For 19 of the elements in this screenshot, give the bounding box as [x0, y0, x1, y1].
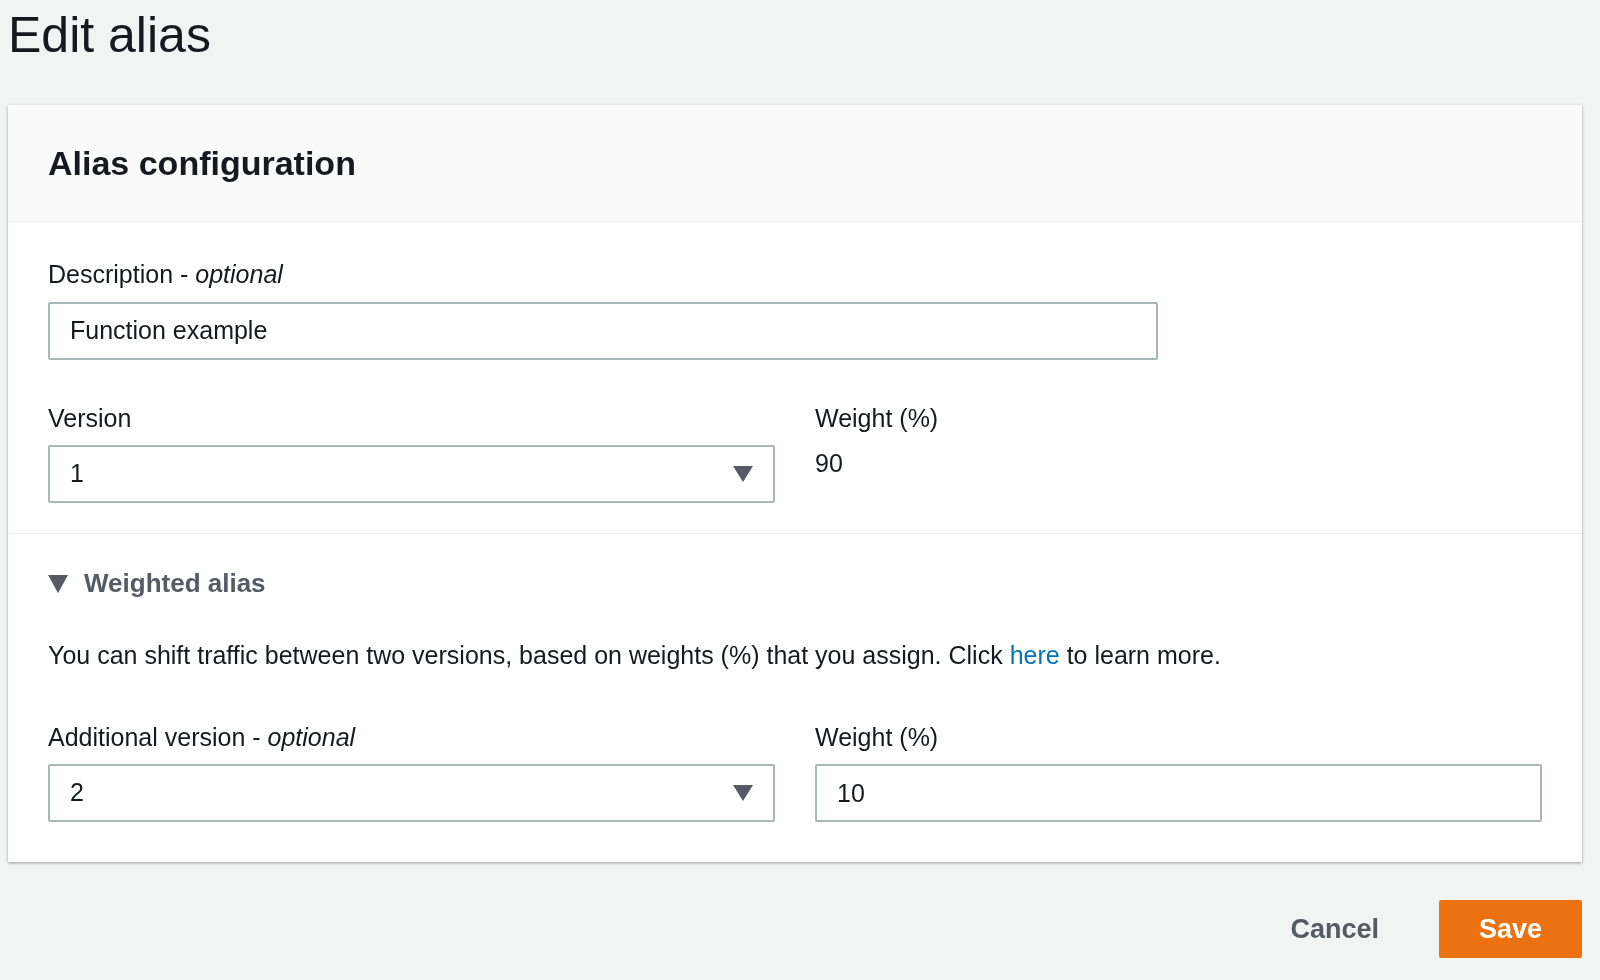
field-label: Weight (%): [815, 721, 940, 753]
caret-icon: [733, 785, 753, 801]
help-text: You can shift traffic between two versions, based on weights (%) that you assign. Click here to learn more.: [48, 640, 1222, 671]
weight-value: 90: [815, 448, 844, 479]
cancel-button[interactable]: Cancel: [1270, 900, 1399, 958]
learn-more-link[interactable]: here: [1009, 641, 1060, 669]
version-select[interactable]: 2: [48, 764, 775, 822]
card-title: Alias configuration: [48, 142, 356, 184]
caret-icon: [733, 466, 753, 482]
description-input[interactable]: Function example: [48, 301, 1158, 360]
weighted-alias-toggle[interactable]: Weighted alias: [48, 564, 266, 603]
caret-icon: [48, 574, 68, 593]
version-select[interactable]: 1: [48, 445, 775, 503]
weight-input[interactable]: 10: [815, 764, 1542, 822]
field-label: Weight (%): [815, 402, 939, 434]
field-label: Version: [48, 402, 133, 434]
field-label: Additional version - optional: [48, 721, 357, 753]
field-label: Description - optional: [48, 259, 285, 290]
page-title: Edit alias: [7, 6, 212, 65]
